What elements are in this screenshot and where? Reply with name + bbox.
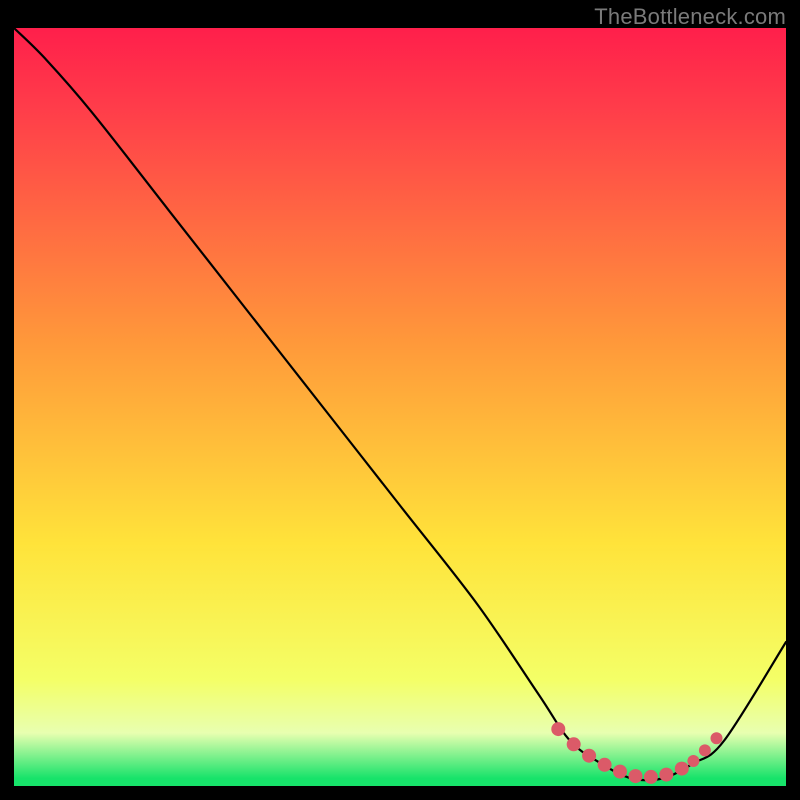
marker-dot (567, 737, 581, 751)
marker-dot (598, 758, 612, 772)
marker-dot (699, 744, 711, 756)
marker-dot (551, 722, 565, 736)
marker-dot (613, 765, 627, 779)
watermark-text: TheBottleneck.com (594, 4, 786, 30)
marker-dot (659, 768, 673, 782)
chart-svg (14, 28, 786, 786)
marker-dot (687, 755, 699, 767)
marker-dot (629, 769, 643, 783)
marker-dot (711, 732, 723, 744)
highlight-markers (551, 722, 722, 784)
bottleneck-curve (14, 28, 786, 780)
marker-dot (644, 770, 658, 784)
marker-dot (675, 762, 689, 776)
marker-dot (582, 749, 596, 763)
chart-frame: TheBottleneck.com (0, 0, 800, 800)
plot-area (14, 28, 786, 786)
